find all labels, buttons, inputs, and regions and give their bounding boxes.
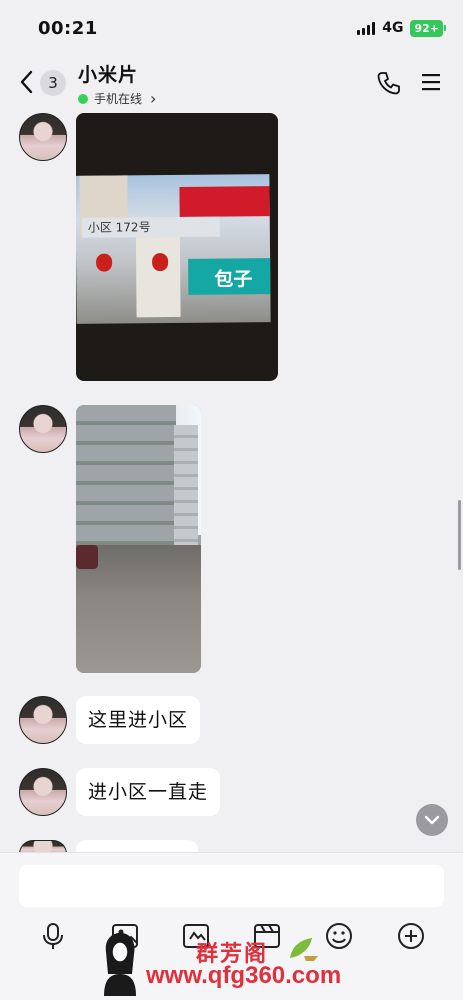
signal-icon: [357, 21, 376, 35]
chevron-right-icon: ›: [150, 89, 157, 108]
back-button[interactable]: [16, 68, 36, 96]
scroll-to-bottom-button[interactable]: [416, 804, 448, 836]
battery-icon: 92+: [410, 19, 446, 37]
avatar[interactable]: [19, 113, 67, 161]
menu-icon[interactable]: [420, 72, 442, 92]
status-time: 00:21: [38, 17, 98, 39]
avatar[interactable]: [19, 768, 67, 816]
watermark-leaf-icon: [290, 938, 318, 961]
message-photo: 小区 172号 包子: [76, 174, 271, 324]
status-bar: 00:21 4G 92+: [0, 0, 463, 56]
avatar[interactable]: [19, 405, 67, 453]
text-message[interactable]: 进小区一直走: [76, 768, 221, 816]
photo-shop-text: 包子: [188, 258, 271, 295]
more-icon[interactable]: [396, 921, 426, 951]
chat-title-block[interactable]: 小米片 手机在线 ›: [78, 60, 156, 108]
chat-header: 3 小米片 手机在线 ›: [0, 56, 463, 108]
presence-status[interactable]: 手机在线 ›: [78, 89, 156, 108]
phone-call-icon[interactable]: [376, 70, 402, 96]
chevron-left-icon: [20, 70, 33, 94]
presence-label: 手机在线: [94, 92, 143, 106]
unread-badge[interactable]: 3: [40, 70, 66, 96]
watermark-figure-icon: [104, 932, 136, 996]
chevron-down-icon: [424, 815, 440, 825]
watermark-url: www.qfg360.com: [146, 962, 342, 989]
network-type: 4G: [382, 20, 404, 36]
chat-title: 小米片: [78, 64, 139, 86]
image-message[interactable]: [76, 405, 201, 673]
image-message[interactable]: 小区 172号 包子: [76, 113, 278, 381]
avatar[interactable]: [19, 696, 67, 744]
message-input[interactable]: [19, 865, 444, 907]
voice-icon[interactable]: [38, 921, 68, 951]
photo-sign-text: 小区 172号: [81, 216, 220, 238]
emoji-icon[interactable]: [324, 921, 354, 951]
status-indicators: 4G 92+: [357, 19, 446, 37]
text-message[interactable]: 这里进小区: [76, 696, 201, 744]
scrollbar[interactable]: [458, 500, 461, 570]
online-dot-icon: [78, 93, 88, 104]
